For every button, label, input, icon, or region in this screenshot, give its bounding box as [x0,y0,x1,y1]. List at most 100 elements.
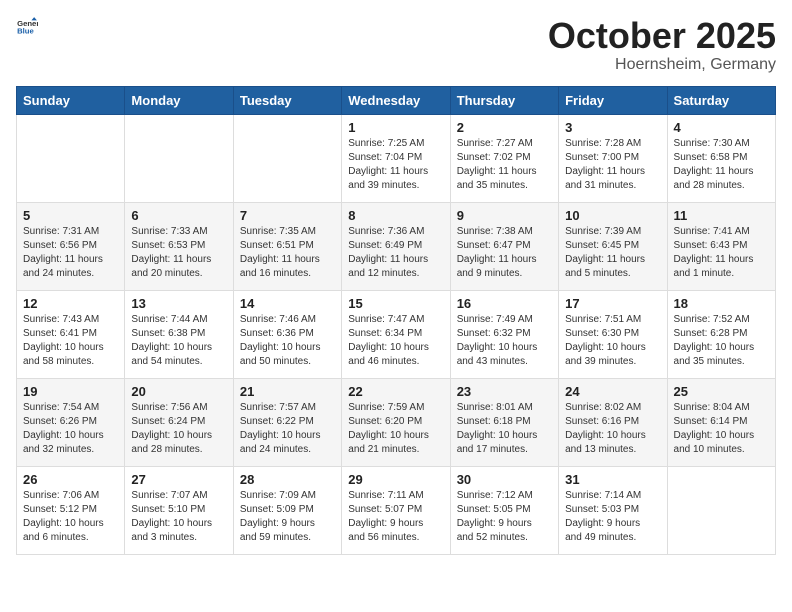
day-info: Sunrise: 7:41 AM Sunset: 6:43 PM Dayligh… [674,225,769,281]
calendar-cell [125,114,233,202]
calendar-cell [233,114,341,202]
location-title: Hoernsheim, Germany [548,56,776,74]
day-info: Sunrise: 8:01 AM Sunset: 6:18 PM Dayligh… [457,401,552,457]
weekday-header-monday: Monday [125,86,233,114]
day-number: 4 [674,120,769,135]
month-title: October 2025 [548,16,776,56]
calendar-cell: 11 Sunrise: 7:41 AM Sunset: 6:43 PM Dayli… [667,202,775,290]
calendar-cell: 21 Sunrise: 7:57 AM Sunset: 6:22 PM Dayli… [233,378,341,466]
calendar-cell: 3 Sunrise: 7:28 AM Sunset: 7:00 PM Daylig… [559,114,667,202]
day-info: Sunrise: 7:54 AM Sunset: 6:26 PM Dayligh… [23,401,118,457]
calendar-cell: 18 Sunrise: 7:52 AM Sunset: 6:28 PM Dayli… [667,290,775,378]
day-number: 1 [348,120,443,135]
day-info: Sunrise: 7:07 AM Sunset: 5:10 PM Dayligh… [131,489,226,545]
day-number: 10 [565,208,660,223]
calendar-cell: 31 Sunrise: 7:14 AM Sunset: 5:03 PM Dayli… [559,466,667,554]
day-number: 30 [457,472,552,487]
day-info: Sunrise: 7:33 AM Sunset: 6:53 PM Dayligh… [131,225,226,281]
calendar-cell: 2 Sunrise: 7:27 AM Sunset: 7:02 PM Daylig… [450,114,558,202]
calendar-cell: 14 Sunrise: 7:46 AM Sunset: 6:36 PM Dayli… [233,290,341,378]
day-info: Sunrise: 7:52 AM Sunset: 6:28 PM Dayligh… [674,313,769,369]
calendar-cell: 16 Sunrise: 7:49 AM Sunset: 6:32 PM Dayli… [450,290,558,378]
day-number: 5 [23,208,118,223]
day-info: Sunrise: 7:56 AM Sunset: 6:24 PM Dayligh… [131,401,226,457]
day-number: 17 [565,296,660,311]
day-info: Sunrise: 7:44 AM Sunset: 6:38 PM Dayligh… [131,313,226,369]
calendar-cell: 15Sunrise: 7:47 AM Sunset: 6:34 PM Dayli… [342,290,450,378]
weekday-header-thursday: Thursday [450,86,558,114]
day-info: Sunrise: 7:28 AM Sunset: 7:00 PM Dayligh… [565,137,660,193]
svg-text:Blue: Blue [17,27,34,36]
day-number: 19 [23,384,118,399]
day-number: 27 [131,472,226,487]
day-number: 13 [131,296,226,311]
calendar-cell: 8Sunrise: 7:36 AM Sunset: 6:49 PM Daylig… [342,202,450,290]
calendar-cell: 12 Sunrise: 7:43 AM Sunset: 6:41 PM Dayli… [17,290,125,378]
day-info: Sunrise: 7:14 AM Sunset: 5:03 PM Dayligh… [565,489,660,545]
day-number: 12 [23,296,118,311]
day-number: 15 [348,296,443,311]
calendar-cell [17,114,125,202]
calendar-cell: 6 Sunrise: 7:33 AM Sunset: 6:53 PM Daylig… [125,202,233,290]
calendar-cell: 30Sunrise: 7:12 AM Sunset: 5:05 PM Dayli… [450,466,558,554]
calendar-cell: 24Sunrise: 8:02 AM Sunset: 6:16 PM Dayli… [559,378,667,466]
day-number: 18 [674,296,769,311]
calendar-cell: 28Sunrise: 7:09 AM Sunset: 5:09 PM Dayli… [233,466,341,554]
calendar-week-row: 5 Sunrise: 7:31 AM Sunset: 6:56 PM Daylig… [17,202,776,290]
day-number: 11 [674,208,769,223]
calendar-cell: 23 Sunrise: 8:01 AM Sunset: 6:18 PM Dayli… [450,378,558,466]
calendar-cell: 17Sunrise: 7:51 AM Sunset: 6:30 PM Dayli… [559,290,667,378]
day-info: Sunrise: 7:39 AM Sunset: 6:45 PM Dayligh… [565,225,660,281]
day-info: Sunrise: 7:35 AM Sunset: 6:51 PM Dayligh… [240,225,335,281]
day-number: 21 [240,384,335,399]
day-number: 6 [131,208,226,223]
calendar-week-row: 26 Sunrise: 7:06 AM Sunset: 5:12 PM Dayli… [17,466,776,554]
weekday-header-tuesday: Tuesday [233,86,341,114]
day-number: 26 [23,472,118,487]
calendar-cell: 20 Sunrise: 7:56 AM Sunset: 6:24 PM Dayli… [125,378,233,466]
calendar-cell: 26 Sunrise: 7:06 AM Sunset: 5:12 PM Dayli… [17,466,125,554]
calendar-week-row: 19 Sunrise: 7:54 AM Sunset: 6:26 PM Dayli… [17,378,776,466]
calendar-cell: 10 Sunrise: 7:39 AM Sunset: 6:45 PM Dayli… [559,202,667,290]
day-info: Sunrise: 7:49 AM Sunset: 6:32 PM Dayligh… [457,313,552,369]
calendar-cell: 5 Sunrise: 7:31 AM Sunset: 6:56 PM Daylig… [17,202,125,290]
calendar-cell: 9Sunrise: 7:38 AM Sunset: 6:47 PM Daylig… [450,202,558,290]
calendar-cell: 29Sunrise: 7:11 AM Sunset: 5:07 PM Dayli… [342,466,450,554]
day-info: Sunrise: 7:43 AM Sunset: 6:41 PM Dayligh… [23,313,118,369]
calendar-cell: 22Sunrise: 7:59 AM Sunset: 6:20 PM Dayli… [342,378,450,466]
day-info: Sunrise: 7:46 AM Sunset: 6:36 PM Dayligh… [240,313,335,369]
day-number: 25 [674,384,769,399]
day-info: Sunrise: 8:02 AM Sunset: 6:16 PM Dayligh… [565,401,660,457]
calendar-cell: 27 Sunrise: 7:07 AM Sunset: 5:10 PM Dayli… [125,466,233,554]
day-number: 20 [131,384,226,399]
calendar: SundayMondayTuesdayWednesdayThursdayFrid… [16,86,776,555]
weekday-header-saturday: Saturday [667,86,775,114]
day-info: Sunrise: 7:57 AM Sunset: 6:22 PM Dayligh… [240,401,335,457]
day-number: 7 [240,208,335,223]
day-info: Sunrise: 7:25 AM Sunset: 7:04 PM Dayligh… [348,137,443,193]
day-info: Sunrise: 7:31 AM Sunset: 6:56 PM Dayligh… [23,225,118,281]
day-number: 23 [457,384,552,399]
day-number: 2 [457,120,552,135]
day-info: Sunrise: 8:04 AM Sunset: 6:14 PM Dayligh… [674,401,769,457]
day-number: 3 [565,120,660,135]
calendar-cell: 1 Sunrise: 7:25 AM Sunset: 7:04 PM Daylig… [342,114,450,202]
day-number: 14 [240,296,335,311]
header: General Blue October 2025 Hoernsheim, Ge… [16,16,776,74]
day-info: Sunrise: 7:27 AM Sunset: 7:02 PM Dayligh… [457,137,552,193]
weekday-header-row: SundayMondayTuesdayWednesdayThursdayFrid… [17,86,776,114]
day-number: 28 [240,472,335,487]
day-number: 16 [457,296,552,311]
day-info: Sunrise: 7:38 AM Sunset: 6:47 PM Dayligh… [457,225,552,281]
calendar-cell: 4Sunrise: 7:30 AM Sunset: 6:58 PM Daylig… [667,114,775,202]
calendar-cell: 7 Sunrise: 7:35 AM Sunset: 6:51 PM Daylig… [233,202,341,290]
calendar-cell: 19 Sunrise: 7:54 AM Sunset: 6:26 PM Dayli… [17,378,125,466]
day-number: 31 [565,472,660,487]
calendar-cell [667,466,775,554]
day-info: Sunrise: 7:11 AM Sunset: 5:07 PM Dayligh… [348,489,443,545]
logo-icon: General Blue [16,16,38,38]
weekday-header-friday: Friday [559,86,667,114]
calendar-week-row: 12 Sunrise: 7:43 AM Sunset: 6:41 PM Dayli… [17,290,776,378]
day-info: Sunrise: 7:06 AM Sunset: 5:12 PM Dayligh… [23,489,118,545]
calendar-week-row: 1 Sunrise: 7:25 AM Sunset: 7:04 PM Daylig… [17,114,776,202]
